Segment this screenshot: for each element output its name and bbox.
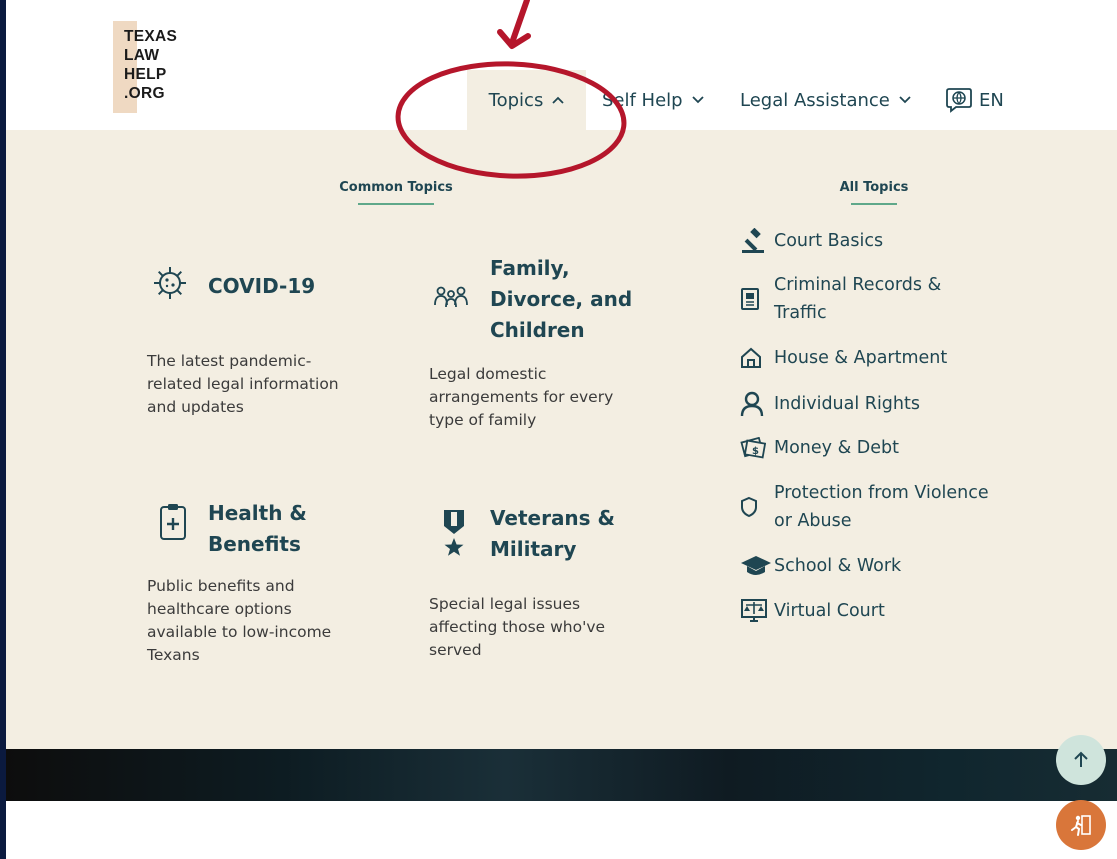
all-topics-item-protection[interactable]: Protection from Violence or Abuse — [740, 479, 1014, 535]
all-topics-item-house[interactable]: House & Apartment — [740, 344, 1014, 372]
nav-topics-label: Topics — [488, 89, 544, 111]
money-icon: $ — [740, 434, 774, 462]
arrow-up-icon — [1074, 751, 1088, 767]
all-topics-item-court-basics[interactable]: Court Basics — [740, 227, 1014, 255]
card-description: Special legal issues affecting those who… — [429, 593, 605, 662]
language-selector[interactable]: EN — [945, 70, 1004, 130]
all-topics-item-label: Court Basics — [774, 231, 884, 251]
family-icon — [434, 286, 468, 308]
chevron-down-icon — [899, 93, 911, 108]
all-topics-heading: All Topics — [802, 180, 946, 205]
scroll-to-top-button[interactable] — [1056, 735, 1106, 785]
all-topics-item-label: Protection from Violence or Abuse — [774, 479, 1014, 535]
card-description-line: served — [429, 641, 482, 659]
heading-underline — [358, 203, 434, 205]
heading-underline — [851, 203, 897, 205]
person-exit-icon — [1071, 815, 1091, 836]
card-description: The latest pandemic- related legal infor… — [147, 350, 339, 419]
card-title-line: Family, — [490, 256, 570, 280]
card-title[interactable]: Health & Benefits — [208, 498, 307, 560]
all-topics-item-label-line: or Abuse — [774, 511, 852, 531]
card-description-line: Special legal issues — [429, 595, 581, 613]
card-description-line: The latest pandemic- — [147, 352, 312, 370]
all-topics-item-label: Criminal Records & Traffic — [774, 271, 1014, 327]
scales-screen-icon — [740, 597, 774, 625]
chevron-up-icon — [552, 93, 564, 108]
graduation-cap-icon — [740, 552, 774, 580]
svg-text:$: $ — [752, 446, 759, 457]
nav-self-help[interactable]: Self Help — [602, 70, 704, 130]
all-topics-heading-text: All Topics — [839, 180, 909, 195]
card-description-line: healthcare options — [147, 600, 292, 618]
site-header: TEXAS LAW HELP .ORG Topics Self Help Leg… — [6, 0, 1117, 130]
card-title-line: Veterans & — [490, 506, 615, 530]
nav-legal-assistance[interactable]: Legal Assistance — [740, 70, 911, 130]
language-label: EN — [979, 89, 1004, 111]
all-topics-item-label: School & Work — [774, 556, 902, 576]
common-topics-heading-text: Common Topics — [339, 180, 453, 195]
card-description-line: Texans — [147, 646, 200, 664]
globe-speech-icon — [946, 88, 972, 113]
logo-line: TEXAS — [124, 28, 178, 45]
nav-self-help-label: Self Help — [602, 89, 683, 111]
logo-line: LAW — [124, 47, 160, 64]
card-title-line: Children — [490, 318, 585, 342]
nav-topics[interactable]: Topics — [467, 70, 586, 130]
card-title-line: Military — [490, 537, 577, 561]
card-title-line: Benefits — [208, 532, 301, 556]
shield-icon — [740, 493, 774, 521]
card-description-line: arrangements for every — [429, 388, 614, 406]
hero-banner-image — [6, 749, 1117, 801]
card-description: Public benefits and healthcare options a… — [147, 575, 331, 667]
all-topics-item-money[interactable]: $ Money & Debt — [740, 434, 1014, 462]
card-description-line: and updates — [147, 398, 244, 416]
card-title[interactable]: Family, Divorce, and Children — [490, 253, 632, 346]
all-topics-item-label: Virtual Court — [774, 601, 885, 621]
all-topics-item-label-line: Protection from Violence — [774, 483, 989, 503]
card-description-line: related legal information — [147, 375, 339, 393]
all-topics-item-label: House & Apartment — [774, 348, 948, 368]
virus-icon — [154, 267, 186, 299]
common-topics-heading: Common Topics — [308, 180, 484, 205]
all-topics-item-school-work[interactable]: School & Work — [740, 552, 1014, 580]
nav-legal-assistance-label: Legal Assistance — [740, 89, 890, 111]
all-topics-item-label-line: Traffic — [774, 303, 827, 323]
site-logo[interactable]: TEXAS LAW HELP .ORG — [113, 21, 183, 113]
all-topics-item-individual-rights[interactable]: Individual Rights — [740, 390, 1014, 418]
quick-exit-button[interactable] — [1056, 800, 1106, 850]
logo-line: .ORG — [124, 85, 165, 102]
card-description-line: affecting those who've — [429, 618, 606, 636]
medal-icon — [444, 510, 464, 556]
card-title[interactable]: COVID-19 — [208, 271, 315, 302]
all-topics-item-virtual-court[interactable]: Virtual Court — [740, 597, 1014, 625]
gavel-icon — [740, 227, 774, 255]
clipboard-medical-icon — [160, 504, 186, 540]
card-description-line: Legal domestic — [429, 365, 547, 383]
all-topics-item-label-line: Criminal Records & — [774, 275, 942, 295]
browser-viewport: TEXAS LAW HELP .ORG Topics Self Help Leg… — [6, 0, 1117, 859]
card-title-line: Health & — [208, 501, 307, 525]
card-title[interactable]: Veterans & Military — [490, 503, 615, 565]
card-title-line: Divorce, and — [490, 287, 633, 311]
all-topics-item-label: Individual Rights — [774, 394, 920, 414]
all-topics-item-label: Money & Debt — [774, 438, 900, 458]
person-icon — [740, 390, 774, 418]
card-description-line: type of family — [429, 411, 537, 429]
chevron-down-icon — [691, 93, 704, 108]
logo-line: HELP — [124, 66, 167, 83]
card-description-line: available to low-income — [147, 623, 332, 641]
card-description: Legal domestic arrangements for every ty… — [429, 363, 613, 432]
topics-mega-menu: Common Topics All Topics COVID-19 The la… — [6, 130, 1117, 749]
card-description-line: Public benefits and — [147, 577, 295, 595]
all-topics-item-criminal-records[interactable]: Criminal Records & Traffic — [740, 271, 1014, 327]
house-icon — [740, 344, 774, 372]
document-icon — [740, 285, 774, 313]
